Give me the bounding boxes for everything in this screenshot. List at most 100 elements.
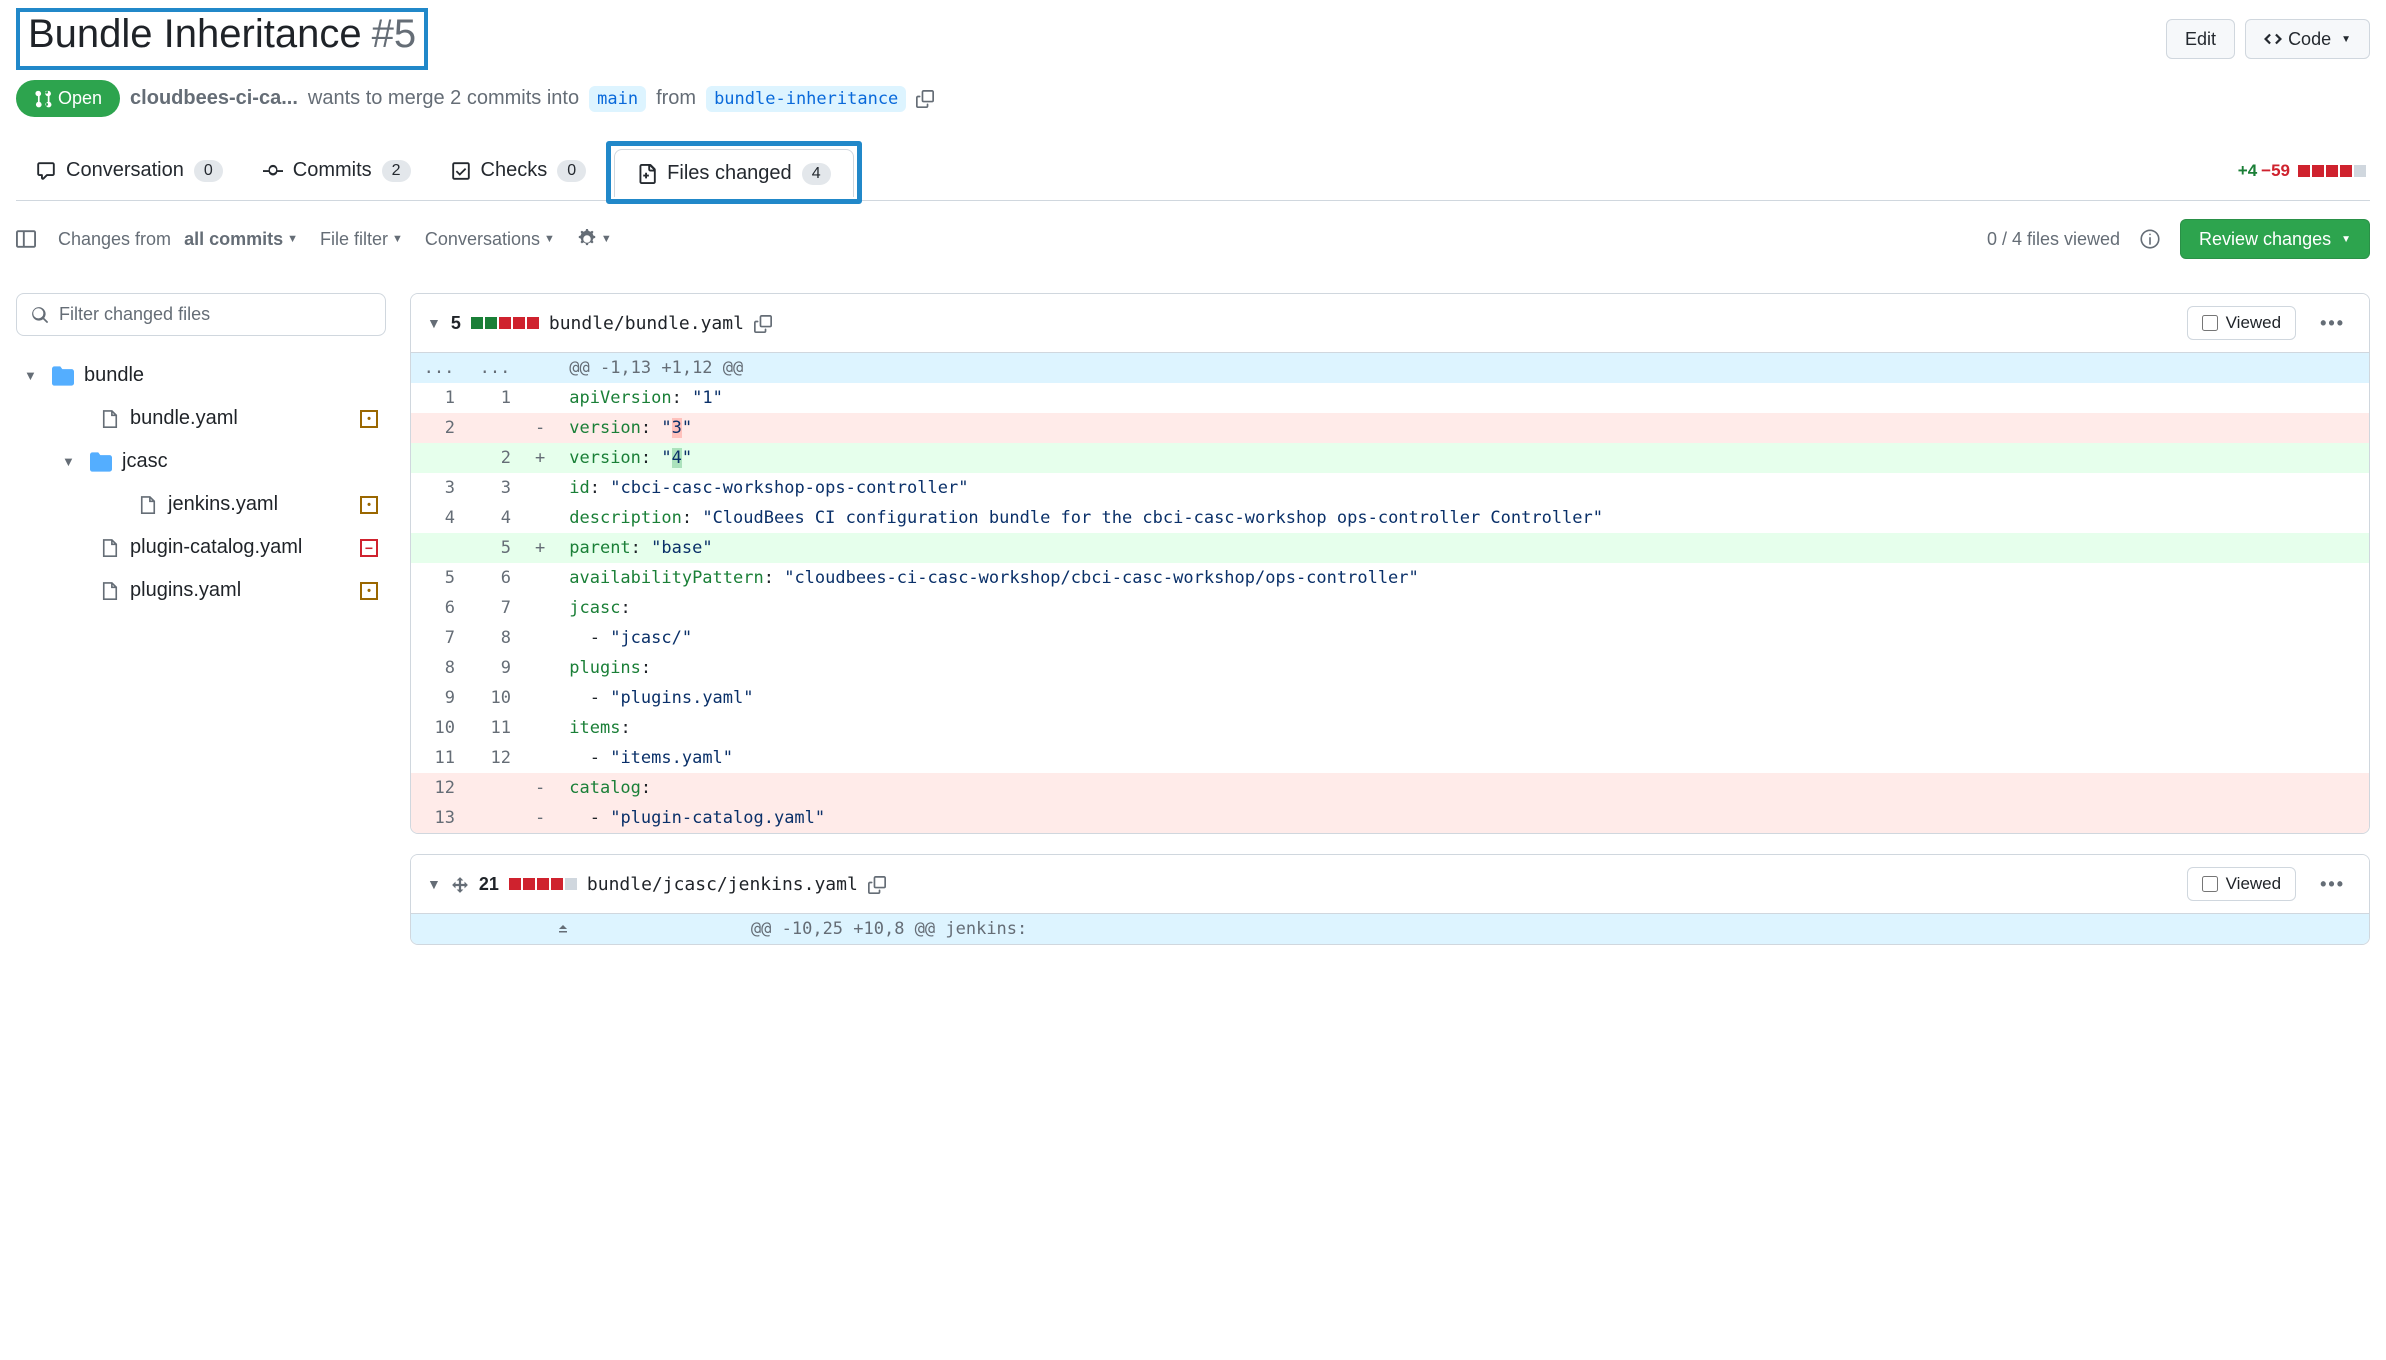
file-icon [100, 538, 120, 558]
edit-button[interactable]: Edit [2166, 19, 2235, 59]
tree-folder-jcasc[interactable]: ▼ jcasc [16, 440, 386, 483]
new-line-num[interactable]: 5 [467, 533, 523, 563]
tree-file-bundle-yaml[interactable]: bundle.yaml [16, 397, 386, 440]
old-line-num[interactable]: 9 [411, 683, 467, 713]
file-changes-count: 21 [479, 874, 499, 895]
old-line-num[interactable]: 8 [411, 653, 467, 683]
new-line-num[interactable]: 8 [467, 623, 523, 653]
pr-state-badge: Open [16, 80, 120, 117]
new-line-num[interactable] [467, 803, 523, 833]
new-line-num[interactable]: 10 [467, 683, 523, 713]
old-line-num[interactable]: 12 [411, 773, 467, 803]
review-changes-button[interactable]: Review changes ▼ [2180, 219, 2370, 259]
old-line-num[interactable]: 3 [411, 473, 467, 503]
comment-icon [36, 161, 56, 181]
diff-settings-dropdown[interactable]: ▼ [577, 229, 612, 249]
hunk-header: @@ -10,25 +10,8 @@ jenkins: [739, 914, 2369, 944]
copy-branch-icon[interactable] [916, 87, 934, 110]
diff-line: 13- - "plugin-catalog.yaml" [411, 803, 2369, 833]
tab-conversation[interactable]: Conversation 0 [16, 145, 243, 196]
viewed-checkbox[interactable]: Viewed [2187, 306, 2296, 340]
pr-title-highlight: Bundle Inheritance #5 [16, 8, 428, 70]
folder-icon [90, 451, 112, 473]
old-line-num[interactable]: 1 [411, 383, 467, 413]
pr-author[interactable]: cloudbees-ci-ca... [130, 87, 298, 110]
tab-checks[interactable]: Checks 0 [431, 145, 607, 196]
diff-line: 1011items: [411, 713, 2369, 743]
diff-line: 5+parent: "base" [411, 533, 2369, 563]
file-path[interactable]: bundle/jcasc/jenkins.yaml [587, 874, 858, 895]
code-line: - "jcasc/" [557, 623, 2369, 653]
tree-folder-bundle[interactable]: ▼ bundle [16, 354, 386, 397]
tab-files-changed[interactable]: Files changed 4 [614, 149, 853, 197]
viewed-checkbox[interactable]: Viewed [2187, 867, 2296, 901]
diff-line: 2+version: "4" [411, 443, 2369, 473]
expand-hunk-icon[interactable]: ... [411, 353, 467, 383]
collapse-file-icon[interactable]: ▼ [427, 315, 441, 331]
new-line-num[interactable]: 6 [467, 563, 523, 593]
modified-badge [360, 410, 378, 428]
collapse-file-icon[interactable]: ▼ [427, 876, 441, 892]
copy-path-icon[interactable] [868, 874, 886, 895]
diff-line: 910 - "plugins.yaml" [411, 683, 2369, 713]
deleted-badge [360, 539, 378, 557]
tree-file-plugin-catalog-yaml[interactable]: plugin-catalog.yaml [16, 526, 386, 569]
tree-file-plugins-yaml[interactable]: plugins.yaml [16, 569, 386, 612]
new-line-num[interactable]: 3 [467, 473, 523, 503]
file-tree-toggle-icon[interactable] [16, 229, 36, 249]
code-line: - "plugins.yaml" [557, 683, 2369, 713]
new-line-num[interactable]: 7 [467, 593, 523, 623]
old-line-num[interactable] [411, 443, 467, 473]
old-line-num[interactable] [411, 533, 467, 563]
expand-all-icon[interactable] [451, 874, 469, 895]
file-icon [138, 495, 158, 515]
old-line-num[interactable]: 13 [411, 803, 467, 833]
file-diff-icon [637, 164, 657, 184]
old-line-num[interactable]: 10 [411, 713, 467, 743]
new-line-num[interactable]: 11 [467, 713, 523, 743]
diff-line: 44description: "CloudBees CI configurati… [411, 503, 2369, 533]
file-path[interactable]: bundle/bundle.yaml [549, 313, 744, 334]
copy-path-icon[interactable] [754, 313, 772, 334]
new-line-num[interactable]: 12 [467, 743, 523, 773]
hunk-header: @@ -1,13 +1,12 @@ [557, 353, 2369, 383]
diff-line: 67 jcasc: [411, 593, 2369, 623]
checks-icon [451, 161, 471, 181]
folder-icon [52, 365, 74, 387]
code-line: parent: "base" [557, 533, 2369, 563]
tab-commits[interactable]: Commits 2 [243, 145, 431, 196]
code-button[interactable]: Code ▼ [2245, 19, 2370, 59]
search-icon [31, 306, 49, 324]
old-line-num[interactable]: 7 [411, 623, 467, 653]
old-line-num[interactable]: 4 [411, 503, 467, 533]
code-line: version: "4" [557, 443, 2369, 473]
base-branch[interactable]: main [589, 86, 646, 112]
old-line-num[interactable]: 5 [411, 563, 467, 593]
old-line-num[interactable]: 6 [411, 593, 467, 623]
file-menu-icon[interactable]: ••• [2312, 309, 2353, 338]
code-line: catalog: [557, 773, 2369, 803]
old-line-num[interactable]: 2 [411, 413, 467, 443]
filter-files-input[interactable]: Filter changed files [16, 293, 386, 336]
file-icon [100, 409, 120, 429]
file-icon [100, 581, 120, 601]
expand-hunk-up-icon[interactable] [411, 914, 715, 944]
new-line-num[interactable]: 4 [467, 503, 523, 533]
new-line-num[interactable] [467, 773, 523, 803]
tree-file-jenkins-yaml[interactable]: jenkins.yaml [16, 483, 386, 526]
head-branch[interactable]: bundle-inheritance [706, 86, 906, 112]
new-line-num[interactable]: 9 [467, 653, 523, 683]
new-line-num[interactable]: 2 [467, 443, 523, 473]
file-filter-dropdown[interactable]: File filter ▼ [320, 229, 403, 250]
diff-line: 2-version: "3" [411, 413, 2369, 443]
old-line-num[interactable]: 11 [411, 743, 467, 773]
code-line: jcasc: [557, 593, 2369, 623]
diff-line: 78 - "jcasc/" [411, 623, 2369, 653]
diff-stat: +4 −59 [2238, 161, 2370, 181]
new-line-num[interactable]: 1 [467, 383, 523, 413]
conversations-dropdown[interactable]: Conversations ▼ [425, 229, 555, 250]
changes-from-dropdown[interactable]: Changes from all commits ▼ [58, 229, 298, 250]
info-icon[interactable] [2140, 229, 2160, 249]
new-line-num[interactable] [467, 413, 523, 443]
file-menu-icon[interactable]: ••• [2312, 870, 2353, 899]
